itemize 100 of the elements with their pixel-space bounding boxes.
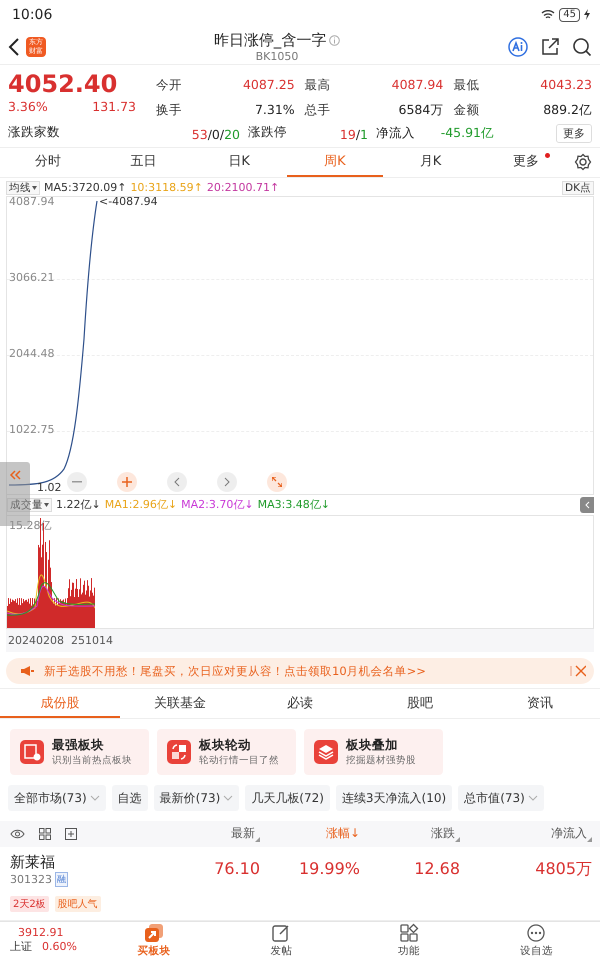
period-tab[interactable]: 五日 bbox=[96, 147, 192, 178]
field-value: 4087.25 bbox=[242, 76, 295, 94]
zoom-out-button[interactable] bbox=[67, 472, 87, 492]
period-tab[interactable]: 日K bbox=[191, 147, 288, 178]
field-value: -45.91亿 bbox=[440, 124, 494, 142]
add-icon[interactable] bbox=[65, 828, 77, 840]
field-label: 金额 bbox=[453, 102, 480, 119]
card-subtitle: 轮动行情一目了然 bbox=[199, 754, 279, 768]
expand-tab[interactable] bbox=[580, 496, 594, 513]
eye-icon[interactable] bbox=[10, 828, 25, 839]
feature-card[interactable]: 最强板块 识别当前热点板块 bbox=[10, 729, 149, 776]
filter-chip[interactable]: 连续3天净流入(10) bbox=[336, 785, 452, 812]
card-subtitle: 识别当前热点板块 bbox=[52, 754, 132, 768]
sort-icon bbox=[255, 837, 260, 842]
zoom-in-button[interactable] bbox=[117, 472, 137, 492]
grid-icon bbox=[398, 923, 419, 944]
content-tab[interactable]: 股吧 bbox=[360, 688, 480, 718]
layers-icon bbox=[314, 740, 338, 764]
grid-icon[interactable] bbox=[39, 828, 51, 840]
more-button[interactable]: 更多 bbox=[556, 124, 592, 143]
content-tab[interactable]: 必读 bbox=[240, 688, 360, 718]
volume-value: MA1:2.96亿↓ bbox=[104, 497, 178, 512]
sort-icon bbox=[587, 837, 592, 842]
period-tab[interactable]: 分时 bbox=[0, 147, 96, 178]
peak-label: <-4087.94 bbox=[99, 194, 158, 208]
feature-card[interactable]: 板块叠加 挖掘题材强势股 bbox=[304, 729, 443, 776]
column-header[interactable]: 净流入 bbox=[551, 825, 592, 842]
dk-point-button[interactable]: DK点 bbox=[562, 180, 594, 195]
share-icon[interactable] bbox=[540, 36, 560, 57]
content-tab[interactable]: 资讯 bbox=[480, 688, 600, 718]
breadth-count: /0/ bbox=[208, 126, 224, 142]
feature-card[interactable]: 板块轮动 轮动行情一目了然 bbox=[157, 729, 296, 776]
column-header[interactable]: 最新 bbox=[231, 825, 260, 842]
arrow-icon bbox=[142, 923, 165, 944]
double-chevron-icon bbox=[9, 470, 21, 480]
board-title: 昨日涨停_含一字 bbox=[214, 30, 326, 50]
field-value: 7.31% bbox=[254, 102, 295, 119]
margin-tag: 融 bbox=[55, 872, 68, 887]
back-icon[interactable] bbox=[8, 38, 20, 56]
field-value: 4043.23 bbox=[540, 76, 592, 94]
filter-chip[interactable]: 自选 bbox=[112, 785, 148, 812]
nav-tab[interactable]: 设自选 bbox=[472, 922, 600, 960]
period-tab[interactable]: 更多 bbox=[478, 147, 574, 178]
field-value: 6584万 bbox=[398, 102, 444, 119]
column-header[interactable]: 涨跌 bbox=[431, 825, 460, 842]
board-code: BK1050 bbox=[256, 50, 298, 63]
volume-value: MA2:3.70亿↓ bbox=[181, 497, 254, 512]
field-value: 889.2亿 bbox=[543, 102, 592, 119]
card-title: 板块叠加 bbox=[346, 737, 399, 754]
field-label: 最低 bbox=[453, 76, 480, 94]
megaphone-icon bbox=[20, 665, 34, 678]
filter-chip[interactable]: 总市值(73) bbox=[458, 785, 544, 812]
low-label: 1.02 bbox=[37, 480, 62, 494]
caret-icon bbox=[90, 795, 100, 802]
caret-icon bbox=[223, 795, 234, 802]
indicator-selector[interactable]: 均线 bbox=[6, 180, 40, 195]
ai-icon[interactable] bbox=[508, 36, 528, 57]
change-percent: 3.36% bbox=[8, 98, 48, 114]
volume-value: 1.22亿↓ bbox=[56, 497, 101, 512]
card-subtitle: 挖掘题材强势股 bbox=[346, 754, 416, 768]
nav-tab[interactable]: 发帖 bbox=[218, 922, 345, 960]
stock-tag: 2天2板 bbox=[10, 896, 49, 912]
close-icon[interactable] bbox=[570, 665, 586, 678]
wifi-icon bbox=[541, 9, 556, 20]
nav-tab[interactable]: 功能 bbox=[345, 922, 472, 960]
filter-chip[interactable]: 最新价(73) bbox=[154, 785, 240, 812]
moving-average-value: 20:2100.71↑ bbox=[206, 181, 280, 194]
fullscreen-button[interactable] bbox=[267, 472, 287, 492]
axis-label: 4087.94 bbox=[9, 194, 54, 208]
chevron-right-icon bbox=[224, 476, 230, 487]
expand-icon bbox=[272, 476, 282, 487]
edit-icon bbox=[271, 923, 292, 944]
filter-chip[interactable]: 全部市场(73) bbox=[8, 785, 106, 812]
field-label: 最高 bbox=[304, 76, 331, 94]
battery-level: 45 bbox=[559, 8, 580, 22]
card-title: 板块轮动 bbox=[199, 737, 252, 754]
table-cell: 12.68 bbox=[414, 858, 460, 878]
previous-button[interactable] bbox=[167, 472, 187, 492]
date-label: 251014 bbox=[71, 634, 113, 648]
axis-label: 1022.75 bbox=[9, 422, 54, 436]
settings-icon[interactable] bbox=[574, 153, 592, 172]
search-icon[interactable] bbox=[572, 36, 592, 57]
content-tab[interactable]: 关联基金 bbox=[120, 688, 240, 718]
stock-name: 新莱福 bbox=[10, 852, 56, 872]
period-tab[interactable]: 月K bbox=[382, 147, 478, 178]
chevron-left-icon bbox=[174, 476, 180, 487]
filter-chip[interactable]: 几天几板(72) bbox=[245, 785, 330, 812]
breadth-count: 20 bbox=[224, 126, 240, 142]
field-label: 涨跌家数 bbox=[8, 124, 60, 141]
axis-label: 2044.48 bbox=[9, 346, 54, 360]
next-button[interactable] bbox=[217, 472, 237, 492]
current-price: 4052.40 bbox=[8, 70, 118, 98]
table-cell: 76.10 bbox=[214, 858, 260, 878]
field-label: 总手 bbox=[304, 102, 331, 119]
board-icon bbox=[20, 740, 44, 764]
stock-code: 301323 bbox=[10, 872, 52, 886]
info-icon[interactable] bbox=[329, 34, 340, 46]
stock-tag: 股吧人气 bbox=[54, 896, 101, 912]
limit-count: 1 bbox=[360, 126, 368, 142]
field-label: 今开 bbox=[156, 76, 182, 94]
